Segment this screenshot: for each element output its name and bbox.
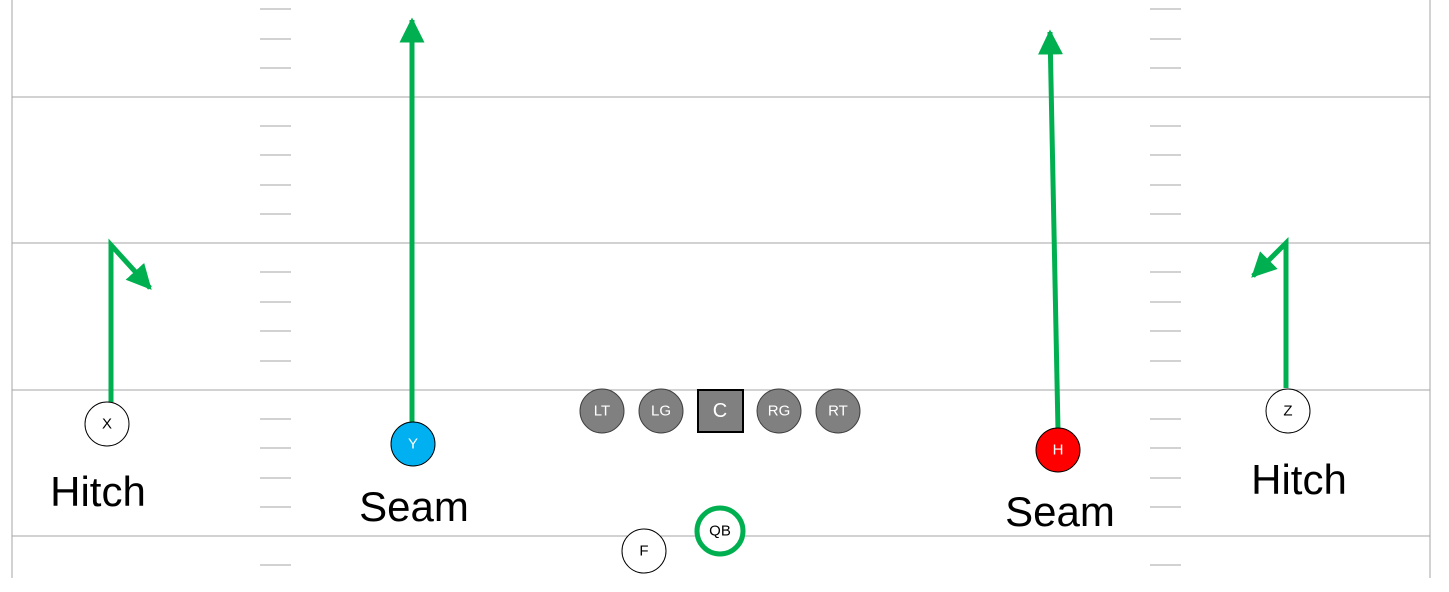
offensive-line: LT LG C RG RT [579,388,861,434]
player-y: Y [390,421,436,467]
play-diagram: X Y LT LG C RG RT H Z QB F Hitch Seam Se… [11,0,1431,578]
player-lg-label: LG [651,403,671,420]
player-f: F [621,528,667,574]
player-z-label: Z [1283,403,1292,420]
player-lt-label: LT [594,403,610,420]
player-x: X [84,401,130,447]
h-seam-route [1037,29,1063,431]
player-x-label: X [102,416,112,433]
z-hitch-route [1251,236,1289,388]
hash-marks [260,8,1181,566]
x-hitch-route [108,238,152,402]
route-label-h: Seam [1005,488,1115,535]
player-c-label: C [713,400,727,422]
route-label-y: Seam [359,483,469,530]
player-qb: QB [694,505,746,557]
player-h: H [1035,427,1081,473]
player-f-label: F [639,543,648,560]
player-rt-label: RT [828,403,848,420]
player-rg-label: RG [768,403,791,420]
route-label-z: Hitch [1251,456,1347,503]
player-z: Z [1265,388,1311,434]
player-y-label: Y [408,436,418,453]
player-qb-label: QB [709,523,731,540]
player-h-label: H [1053,442,1064,459]
route-label-x: Hitch [50,468,146,515]
